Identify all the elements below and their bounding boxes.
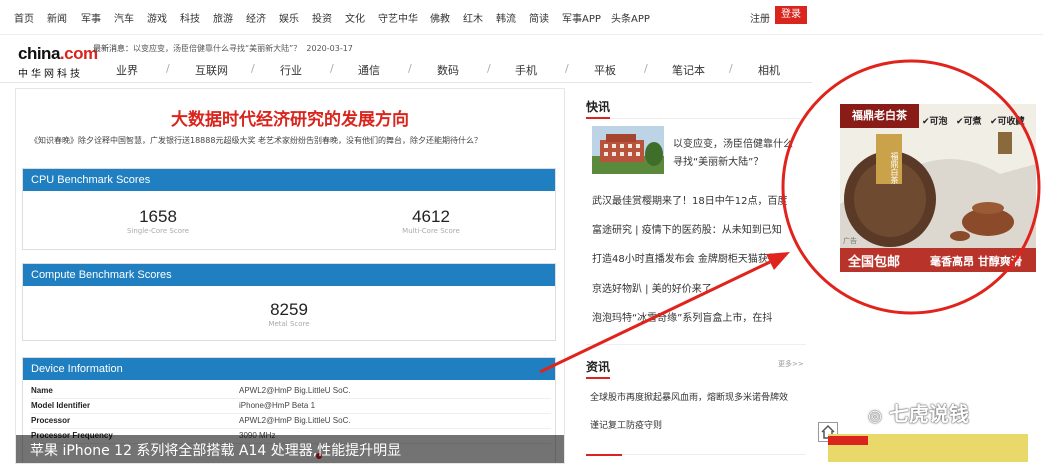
bottom-ad-label (828, 436, 868, 445)
watermark: ◎ 七虎说钱 (868, 398, 969, 427)
highlight-circle (781, 59, 1041, 315)
annotation-arrow-line (539, 260, 771, 374)
bottom-ad-strip[interactable] (828, 434, 1028, 462)
wechat-icon: ◎ (868, 406, 882, 425)
annotation-overlay (539, 59, 1041, 374)
watermark-text: 七虎说钱 (888, 402, 969, 426)
annotation-arrow-head (766, 252, 790, 270)
